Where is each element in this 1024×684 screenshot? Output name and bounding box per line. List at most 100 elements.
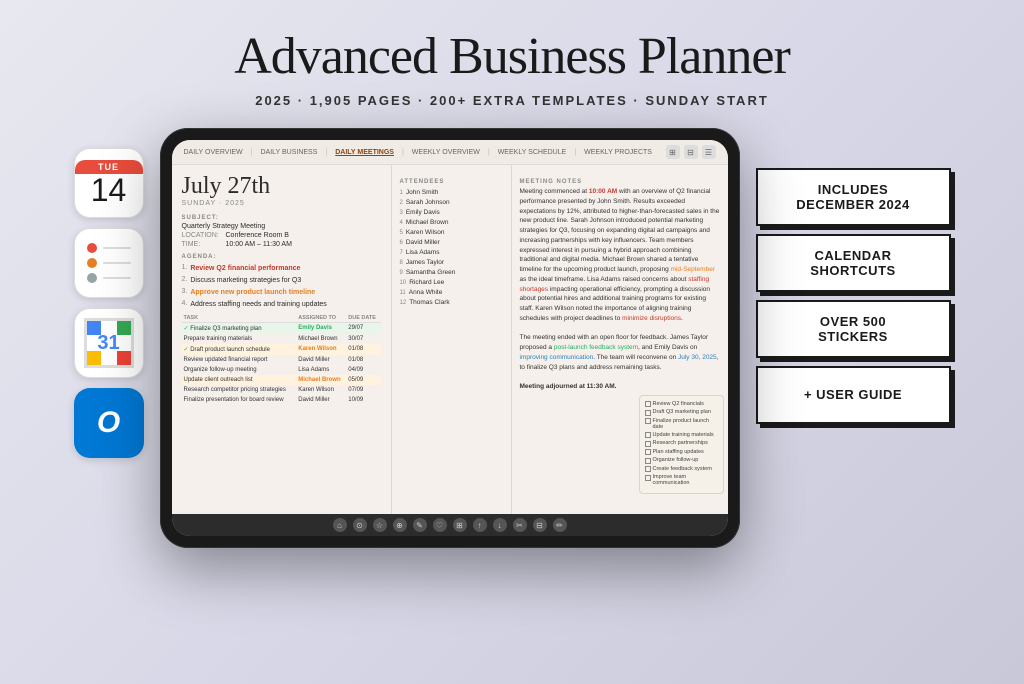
main-title: Advanced Business Planner xyxy=(0,28,1024,85)
nav-weekly-projects[interactable]: WEEKLY PROJECTS xyxy=(584,149,652,156)
location-row: LOCATION: Conference Room B xyxy=(182,232,381,239)
badge-calendar-text: CALENDARSHORTCUTS xyxy=(810,248,895,279)
task-due: 10/09 xyxy=(346,395,380,405)
toolbar-icon-9[interactable]: ↓ xyxy=(493,518,507,532)
task-assigned: Karen Wilson xyxy=(296,385,346,395)
tablet-screen: DAILY OVERVIEW | DAILY BUSINESS | DAILY … xyxy=(172,140,728,536)
task-name: Prepare training materials xyxy=(182,334,297,344)
task-assigned: Michael Brown xyxy=(296,375,346,385)
task-assigned: David Miller xyxy=(296,355,346,365)
left-panel: July 27th SUNDAY · 2025 SUBJECT: Quarter… xyxy=(172,165,392,514)
toolbar-icon-11[interactable]: ⊟ xyxy=(533,518,547,532)
task-assigned: Michael Brown xyxy=(296,334,346,344)
agenda-item-4: 4. Address staffing needs and training u… xyxy=(182,300,381,309)
content-area: TUE 14 xyxy=(0,118,1024,548)
toolbar-icon-10[interactable]: ✂ xyxy=(513,518,527,532)
time-row: TIME: 10:00 AM – 11:30 AM xyxy=(182,241,381,248)
badge-guide: + USER GUIDE xyxy=(756,366,951,424)
nav-icon-group: ⊞ ⊟ ☰ xyxy=(666,145,716,159)
toolbar-icon-2[interactable]: ⊙ xyxy=(353,518,367,532)
calendar-date-number: 14 xyxy=(91,174,127,206)
location-label: LOCATION: xyxy=(182,232,222,239)
calendar-app-icon: TUE 14 xyxy=(74,148,144,218)
task-due: 30/07 xyxy=(346,334,380,344)
task-due: 01/08 xyxy=(346,355,380,365)
dot-line-3 xyxy=(103,277,131,279)
date-display: July 27th SUNDAY · 2025 xyxy=(182,173,381,207)
attendee-item: 12 Thomas Clark xyxy=(400,299,503,306)
agenda-text-4: Address staffing needs and training upda… xyxy=(190,300,326,309)
task-name: Finalize presentation for board review xyxy=(182,395,297,405)
attendee-item: 7 Lisa Adams xyxy=(400,249,503,256)
task-assigned: Emily Davis xyxy=(296,322,346,334)
badge-stickers-text: OVER 500STICKERS xyxy=(818,314,888,345)
meeting-notes-label: MEETING NOTES xyxy=(520,179,720,185)
outlook-letter: O xyxy=(97,406,120,440)
toolbar-icon-8[interactable]: ↑ xyxy=(473,518,487,532)
nav-daily-meetings[interactable]: DAILY MEETINGS xyxy=(335,149,394,156)
page-header: Advanced Business Planner 2025 · 1,905 P… xyxy=(0,0,1024,118)
date-sub: SUNDAY · 2025 xyxy=(182,200,381,207)
toolbar-icon-12[interactable]: ✏ xyxy=(553,518,567,532)
task-due: 05/09 xyxy=(346,375,380,385)
task-assigned: Lisa Adams xyxy=(296,365,346,375)
gcal-inner: 31 xyxy=(84,318,134,368)
outlook-inner: O xyxy=(74,388,144,458)
task-due: 04/09 xyxy=(346,365,380,375)
check-item: Research partnerships xyxy=(645,440,718,447)
badge-december-text: INCLUDESDECEMBER 2024 xyxy=(796,182,909,213)
attendee-item: 11 Anna White xyxy=(400,289,503,296)
reminders-app-icon xyxy=(74,228,144,298)
time-label: TIME: xyxy=(182,241,222,248)
table-row: Review updated financial report David Mi… xyxy=(182,355,381,365)
attendees-list: 1 John Smith 2 Sarah Johnson 3 Emily Dav… xyxy=(400,189,503,306)
table-row: Research competitor pricing strategies K… xyxy=(182,385,381,395)
reminder-dot-1 xyxy=(87,243,131,253)
attendee-item: 2 Sarah Johnson xyxy=(400,199,503,206)
nav-icon-1[interactable]: ⊞ xyxy=(666,145,680,159)
subject-label: SUBJECT: xyxy=(182,215,381,221)
check-item: Create feedback system xyxy=(645,466,718,473)
col-due: DUE DATE xyxy=(346,314,380,323)
nav-weekly-schedule[interactable]: WEEKLY SCHEDULE xyxy=(498,149,567,156)
agenda-text-2: Discuss marketing strategies for Q3 xyxy=(190,276,301,285)
outlook-app-icon: O xyxy=(74,388,144,458)
date-main: July 27th xyxy=(182,173,381,200)
nav-icon-2[interactable]: ⊟ xyxy=(684,145,698,159)
dot-red xyxy=(87,243,97,253)
subtitle: 2025 · 1,905 PAGES · 200+ EXTRA TEMPLATE… xyxy=(0,93,1024,108)
tablet-mockup: DAILY OVERVIEW | DAILY BUSINESS | DAILY … xyxy=(160,128,740,548)
checklist-overlay: Review Q2 financials Draft Q3 marketing … xyxy=(639,395,724,495)
check-item: Update training materials xyxy=(645,432,718,439)
attendee-item: 8 James Taylor xyxy=(400,259,503,266)
attendee-item: 3 Emily Davis xyxy=(400,209,503,216)
meeting-notes-panel: MEETING NOTES Meeting commenced at 10:00… xyxy=(512,165,728,514)
agenda-item-3: 3. Approve new product launch timeline xyxy=(182,288,381,297)
tablet-navbar[interactable]: DAILY OVERVIEW | DAILY BUSINESS | DAILY … xyxy=(172,140,728,165)
badge-calendar-shortcuts: CALENDARSHORTCUTS xyxy=(756,234,951,292)
toolbar-icon-6[interactable]: ♡ xyxy=(433,518,447,532)
subject-value: Quarterly Strategy Meeting xyxy=(182,223,266,230)
nav-icon-3[interactable]: ☰ xyxy=(702,145,716,159)
nav-daily-overview[interactable]: DAILY OVERVIEW xyxy=(184,149,243,156)
dot-orange xyxy=(87,258,97,268)
agenda-text-1: Review Q2 financial performance xyxy=(190,264,300,273)
attendee-item: 6 David Miller xyxy=(400,239,503,246)
toolbar-icon-3[interactable]: ☆ xyxy=(373,518,387,532)
nav-daily-business[interactable]: DAILY BUSINESS xyxy=(260,149,317,156)
toolbar-icon-1[interactable]: ⌂ xyxy=(333,518,347,532)
agenda-item-2: 2. Discuss marketing strategies for Q3 xyxy=(182,276,381,285)
attendees-label: ATTENDEES xyxy=(400,179,503,185)
tasks-table: TASK ASSIGNED TO DUE DATE ✓ Finalize Q3 … xyxy=(182,314,381,405)
badge-december: INCLUDESDECEMBER 2024 xyxy=(756,168,951,226)
toolbar-icon-7[interactable]: ⊞ xyxy=(453,518,467,532)
meeting-notes-text: Meeting commenced at 10:00 AM with an ov… xyxy=(520,187,720,392)
tablet-bottom-toolbar: ⌂ ⊙ ☆ ⊕ ✎ ♡ ⊞ ↑ ↓ ✂ ⊟ ✏ xyxy=(172,514,728,536)
check-item: Plan staffing updates xyxy=(645,449,718,456)
agenda-item-1: 1. Review Q2 financial performance xyxy=(182,264,381,273)
time-value: 10:00 AM – 11:30 AM xyxy=(226,241,292,248)
toolbar-icon-4[interactable]: ⊕ xyxy=(393,518,407,532)
task-name: Review updated financial report xyxy=(182,355,297,365)
toolbar-icon-5[interactable]: ✎ xyxy=(413,518,427,532)
nav-weekly-overview[interactable]: WEEKLY OVERVIEW xyxy=(412,149,480,156)
